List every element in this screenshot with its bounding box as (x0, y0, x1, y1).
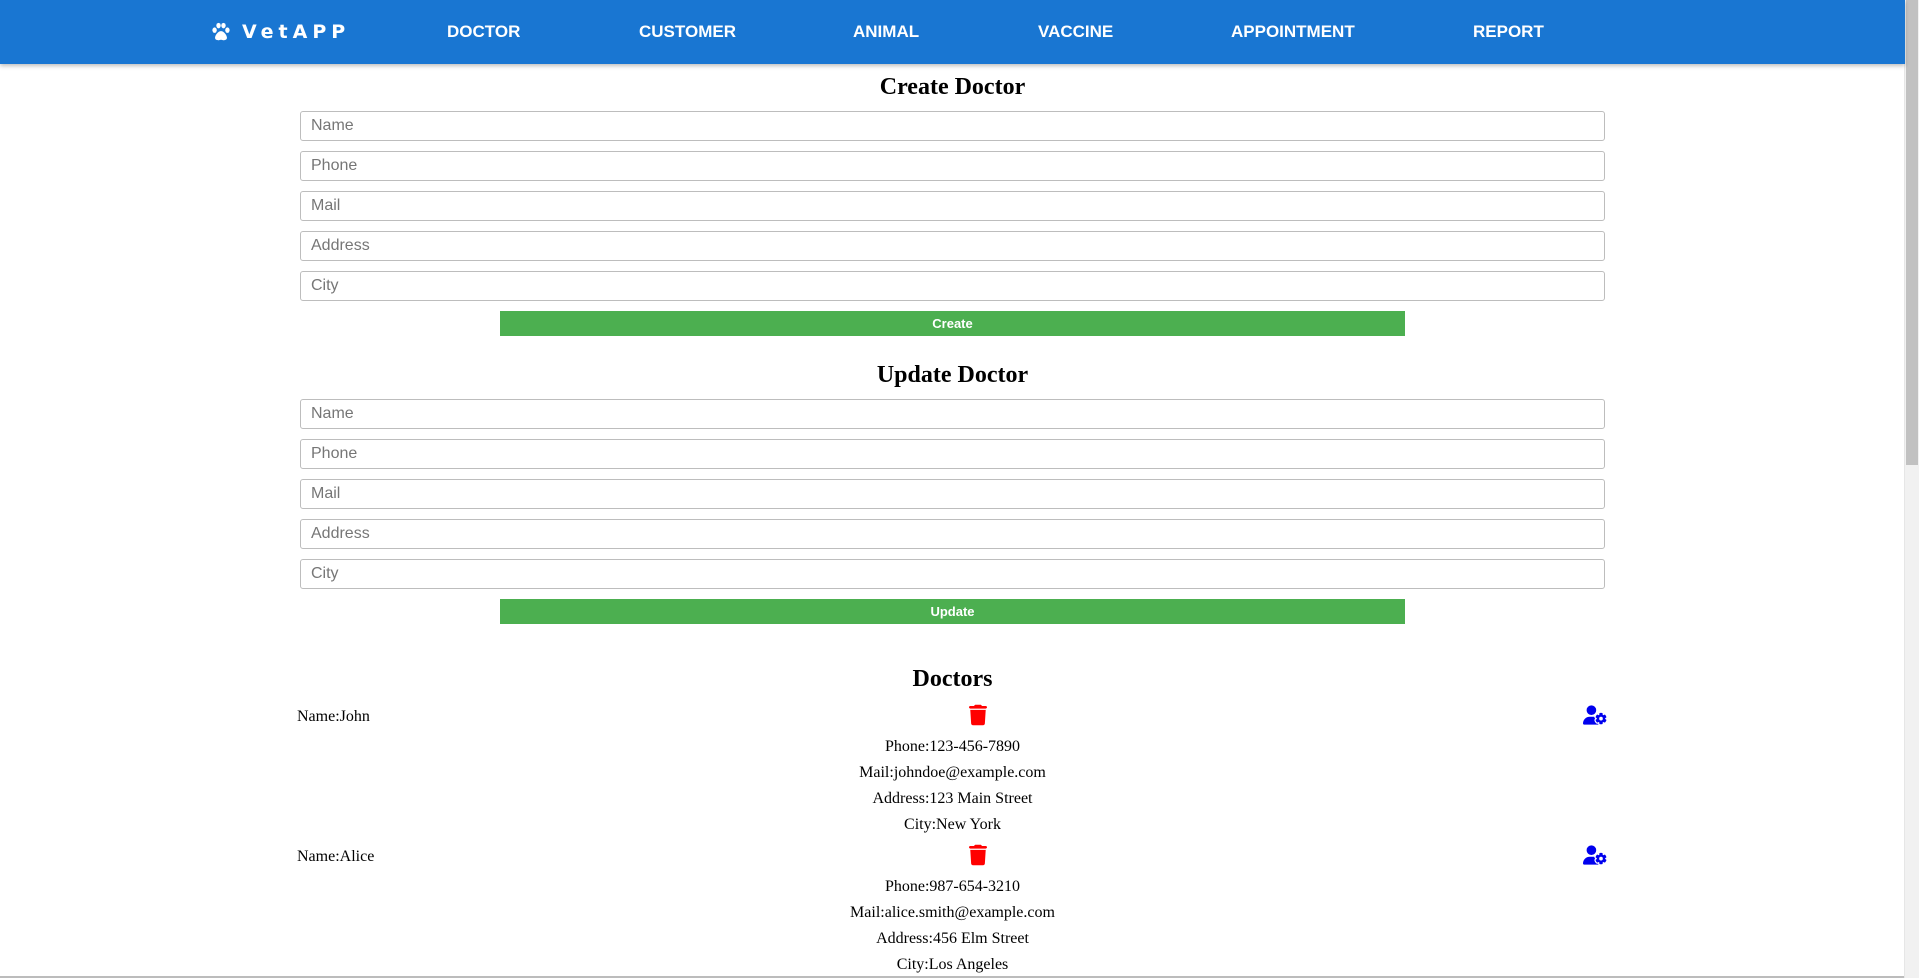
vertical-scrollbar[interactable] (1904, 0, 1919, 978)
paw-icon (212, 22, 230, 41)
city-label: City: (896, 956, 929, 973)
doctor-city-value: Los Angeles (928, 956, 1009, 973)
brand-name: VetAPP (242, 21, 351, 43)
doctor-phone-line: Phone:987-654-3210 (300, 877, 1605, 897)
create-mail-input[interactable] (300, 191, 1605, 221)
address-label: Address: (872, 790, 930, 807)
nav-item-animal[interactable]: ANIMAL (853, 0, 919, 64)
phone-label: Phone: (884, 878, 930, 895)
nav-item-appointment[interactable]: APPOINTMENT (1231, 0, 1355, 64)
create-name-input[interactable] (300, 111, 1605, 141)
doctor-phone-value: 987-654-3210 (929, 878, 1021, 895)
doctor-address-line: Address:456 Elm Street (300, 929, 1605, 949)
doctor-mail-value: johndoe@example.com (893, 764, 1046, 781)
name-label: Name: (297, 848, 340, 865)
scrollbar-thumb[interactable] (1906, 0, 1918, 465)
update-mail-input[interactable] (300, 479, 1605, 509)
delete-doctor-icon[interactable] (969, 704, 987, 726)
mail-label: Mail: (859, 764, 894, 781)
name-label: Name: (297, 708, 340, 725)
create-address-input[interactable] (300, 231, 1605, 261)
doctor-phone-line: Phone:123-456-7890 (300, 737, 1605, 757)
update-button[interactable]: Update (500, 599, 1405, 624)
create-doctor-title: Create Doctor (879, 74, 1026, 100)
doctor-address-value: 456 Elm Street (932, 930, 1029, 947)
edit-doctor-icon[interactable] (1583, 844, 1607, 866)
update-address-input[interactable] (300, 519, 1605, 549)
doctor-address-line: Address:123 Main Street (300, 789, 1605, 809)
doctor-name-row: Name:Alice (297, 847, 374, 867)
update-phone-input[interactable] (300, 439, 1605, 469)
update-name-input[interactable] (300, 399, 1605, 429)
phone-label: Phone: (884, 738, 930, 755)
doctors-title: Doctors (912, 666, 993, 692)
update-city-input[interactable] (300, 559, 1605, 589)
doctor-city-line: City:Los Angeles (300, 955, 1605, 975)
nav-item-doctor[interactable]: DOCTOR (447, 0, 520, 64)
mail-label: Mail: (850, 904, 885, 921)
doctor-name-value: John (339, 708, 370, 725)
doctor-mail-line: Mail:alice.smith@example.com (300, 903, 1605, 923)
doctor-mail-line: Mail:johndoe@example.com (300, 763, 1605, 783)
doctor-name-row: Name:John (297, 707, 370, 727)
update-doctor-title: Update Doctor (876, 362, 1029, 388)
doctor-name-value: Alice (339, 848, 375, 865)
nav-item-customer[interactable]: CUSTOMER (639, 0, 736, 64)
nav-item-vaccine[interactable]: VACCINE (1038, 0, 1113, 64)
doctor-city-value: New York (936, 816, 1001, 833)
brand-logo-link[interactable]: VetAPP (210, 0, 350, 64)
create-city-input[interactable] (300, 271, 1605, 301)
doctor-address-value: 123 Main Street (929, 790, 1033, 807)
create-button[interactable]: Create (500, 311, 1405, 336)
top-navbar: VetAPP DOCTOR CUSTOMER ANIMAL VACCINE AP… (0, 0, 1905, 64)
doctor-mail-value: alice.smith@example.com (884, 904, 1055, 921)
nav-item-report[interactable]: REPORT (1473, 0, 1544, 64)
create-phone-input[interactable] (300, 151, 1605, 181)
doctor-phone-value: 123-456-7890 (929, 738, 1021, 755)
edit-doctor-icon[interactable] (1583, 704, 1607, 726)
address-label: Address: (876, 930, 933, 947)
city-label: City: (904, 816, 937, 833)
doctor-city-line: City:New York (300, 815, 1605, 835)
delete-doctor-icon[interactable] (969, 844, 987, 866)
